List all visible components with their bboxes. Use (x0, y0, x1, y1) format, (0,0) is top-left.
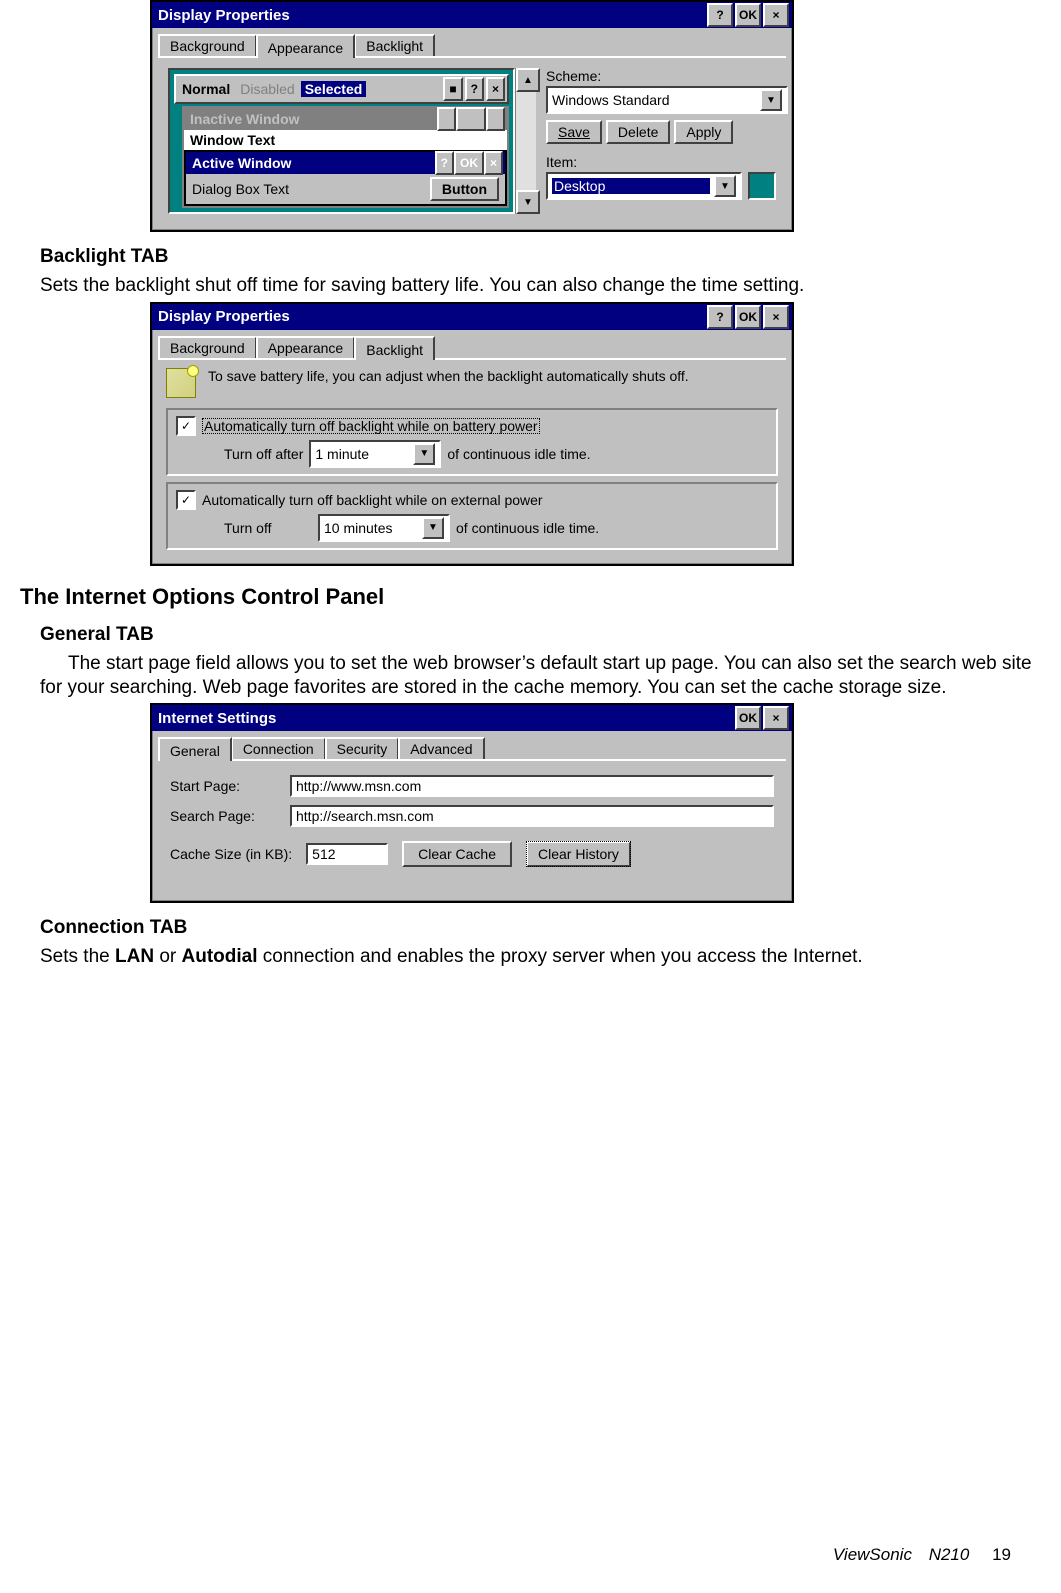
internet-settings-dialog: Internet Settings OK × General Connectio… (150, 703, 794, 903)
titlebar: Display Properties ? OK × (152, 304, 792, 330)
backlight-icon (166, 368, 196, 398)
preview-scrollbar[interactable]: ▲ ▼ (515, 68, 536, 214)
preview-ok-icon: OK (456, 107, 486, 131)
battery-pre-label: Turn off after (224, 446, 303, 462)
delete-button[interactable]: Delete (606, 120, 670, 144)
tab-backlight[interactable]: Backlight (354, 34, 435, 56)
page-footer: ViewSonic N210 19 (833, 1545, 1011, 1565)
scheme-value: Windows Standard (552, 92, 756, 108)
item-select[interactable]: Desktop ▼ (546, 172, 742, 200)
footer-model: N210 (929, 1545, 970, 1564)
scroll-up-icon[interactable]: ▲ (516, 68, 540, 92)
scheme-select[interactable]: Windows Standard ▼ (546, 86, 788, 114)
general-tab-description: The start page field allows you to set t… (40, 652, 1041, 700)
start-page-label: Start Page: (170, 778, 290, 794)
chevron-down-icon[interactable]: ▼ (422, 517, 444, 539)
preview-color-icon: ■ (443, 77, 462, 101)
window-title: Display Properties (158, 7, 705, 24)
external-pre-label: Turn off (224, 520, 312, 536)
tab-strip: Background Appearance Backlight (152, 28, 792, 56)
connection-tab-heading: Connection TAB (40, 917, 1041, 939)
preview-help-icon: ? (465, 77, 484, 101)
item-label: Item: (546, 154, 776, 170)
close-button[interactable]: × (763, 706, 789, 730)
preview-dialog-text: Dialog Box Text (192, 181, 430, 197)
ok-button[interactable]: OK (735, 305, 761, 329)
search-page-input[interactable]: http://search.msn.com (290, 805, 774, 827)
display-properties-backlight-dialog: Display Properties ? OK × Background App… (150, 302, 794, 566)
tab-security[interactable]: Security (325, 737, 400, 759)
start-page-input[interactable]: http://www.msn.com (290, 775, 774, 797)
preview-active-title: Active Window (188, 155, 435, 171)
ok-button[interactable]: OK (735, 3, 761, 27)
close-button[interactable]: × (763, 305, 789, 329)
preview-help-icon: ? (437, 107, 456, 131)
battery-timeout-select[interactable]: 1 minute ▼ (309, 440, 441, 468)
chevron-down-icon[interactable]: ▼ (714, 175, 736, 197)
close-button[interactable]: × (763, 3, 789, 27)
titlebar: Display Properties ? OK × (152, 2, 792, 28)
tab-background[interactable]: Background (158, 34, 257, 56)
tab-strip: General Connection Security Advanced (152, 731, 792, 759)
tab-appearance[interactable]: Appearance (256, 34, 356, 58)
preview-window-text: Window Text (184, 130, 507, 150)
external-post-label: of continuous idle time. (456, 520, 599, 536)
item-value: Desktop (552, 178, 710, 194)
preview-help-icon: ? (435, 151, 454, 175)
save-button[interactable]: Save (546, 120, 602, 144)
tab-connection[interactable]: Connection (231, 737, 326, 759)
window-title: Display Properties (158, 308, 705, 325)
external-checkbox-label[interactable]: Automatically turn off backlight while o… (202, 492, 543, 508)
preview-inactive-title: Inactive Window (186, 111, 437, 127)
tab-strip: Background Appearance Backlight (152, 330, 792, 358)
tab-background[interactable]: Background (158, 336, 257, 358)
battery-checkbox-label[interactable]: Automatically turn off backlight while o… (202, 418, 540, 434)
tab-general[interactable]: General (158, 737, 232, 761)
cache-size-input[interactable]: 512 (306, 843, 388, 865)
preview-menu-disabled: Disabled (236, 81, 298, 97)
scroll-down-icon[interactable]: ▼ (516, 190, 540, 214)
external-timeout-select[interactable]: 10 minutes ▼ (318, 514, 450, 542)
cache-size-label: Cache Size (in KB): (170, 846, 292, 862)
display-properties-appearance-dialog: Display Properties ? OK × Background App… (150, 0, 794, 232)
color-swatch[interactable] (748, 172, 776, 200)
clear-history-button[interactable]: Clear History (526, 841, 631, 867)
apply-button[interactable]: Apply (674, 120, 733, 144)
help-button[interactable]: ? (707, 3, 733, 27)
preview-close-icon: × (486, 77, 505, 101)
battery-checkbox[interactable]: ✓ (176, 416, 196, 436)
preview-close-icon: × (484, 151, 503, 175)
preview-pane: Normal Disabled Selected ■ ? × Inactive … (168, 68, 515, 214)
tab-backlight[interactable]: Backlight (354, 336, 435, 360)
chevron-down-icon[interactable]: ▼ (760, 89, 782, 111)
internet-options-heading: The Internet Options Control Panel (20, 584, 1041, 610)
footer-brand: ViewSonic (833, 1545, 912, 1564)
search-page-label: Search Page: (170, 808, 290, 824)
general-tab-heading: General TAB (40, 624, 1041, 646)
tab-appearance[interactable]: Appearance (256, 336, 356, 358)
connection-tab-description: Sets the LAN or Autodial connection and … (40, 945, 1041, 969)
preview-menu-normal: Normal (178, 81, 234, 97)
preview-menu-selected: Selected (301, 81, 367, 97)
preview-button: Button (430, 177, 499, 201)
tab-advanced[interactable]: Advanced (398, 737, 484, 759)
preview-close-icon: × (486, 107, 505, 131)
preview-ok-icon: OK (454, 151, 484, 175)
chevron-down-icon[interactable]: ▼ (413, 443, 435, 465)
backlight-heading: Backlight TAB (40, 246, 1041, 268)
help-button[interactable]: ? (707, 305, 733, 329)
backlight-desc: To save battery life, you can adjust whe… (208, 368, 778, 384)
scheme-label: Scheme: (546, 68, 776, 84)
battery-post-label: of continuous idle time. (447, 446, 590, 462)
window-title: Internet Settings (158, 710, 733, 727)
footer-page-number: 19 (992, 1545, 1011, 1564)
backlight-description: Sets the backlight shut off time for sav… (40, 274, 1041, 298)
ok-button[interactable]: OK (735, 706, 761, 730)
external-checkbox[interactable]: ✓ (176, 490, 196, 510)
clear-cache-button[interactable]: Clear Cache (402, 841, 512, 867)
titlebar: Internet Settings OK × (152, 705, 792, 731)
